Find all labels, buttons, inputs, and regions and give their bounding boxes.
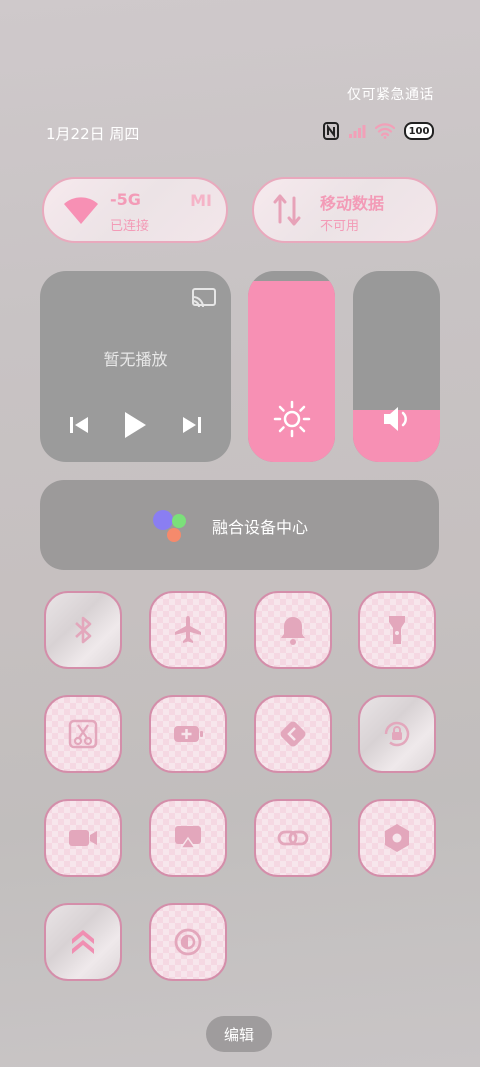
previous-icon[interactable] <box>68 415 90 435</box>
tile-ring-mode[interactable] <box>254 591 332 669</box>
fusion-dot-green-icon <box>172 514 186 528</box>
volume-slider[interactable] <box>353 271 440 462</box>
play-icon[interactable] <box>122 410 148 440</box>
settings-hex-icon <box>385 824 409 852</box>
flashlight-icon <box>389 616 405 644</box>
tile-rotation-lock[interactable] <box>358 695 436 773</box>
tile-airplane[interactable] <box>149 591 227 669</box>
battery-saver-icon <box>174 726 203 742</box>
contrast-icon <box>174 928 202 956</box>
screen-record-icon <box>69 830 97 846</box>
wifi-toggle[interactable]: -5G 已连接 MI <box>42 177 228 243</box>
screen-cast-icon <box>175 826 201 849</box>
tile-link[interactable] <box>254 799 332 877</box>
mobile-data-toggle[interactable]: 移动数据 不可用 <box>252 177 438 243</box>
link-icon <box>277 830 309 846</box>
signal-icon <box>349 125 366 138</box>
media-player-card[interactable]: 暂无播放 <box>40 271 231 462</box>
tile-battery-saver[interactable] <box>149 695 227 773</box>
wifi-status-icon <box>375 123 395 139</box>
bluetooth-icon <box>75 616 92 644</box>
volume-icon <box>383 407 407 431</box>
fusion-dot-purple-icon <box>153 510 173 530</box>
mobile-data-status: 不可用 <box>320 219 360 234</box>
wifi-network-name: -5G <box>110 190 141 209</box>
rotation-lock-icon <box>384 721 410 747</box>
battery-indicator: 100 <box>404 122 434 140</box>
data-arrows-icon <box>273 194 301 226</box>
tile-contrast[interactable] <box>149 903 227 981</box>
bell-icon <box>281 617 305 645</box>
nfc-icon <box>323 122 339 140</box>
media-controls <box>40 410 231 440</box>
brightness-slider[interactable] <box>248 271 335 462</box>
brightness-icon <box>273 400 310 438</box>
tile-screenshot[interactable] <box>44 695 122 773</box>
airplane-icon <box>175 616 201 643</box>
status-bar-icons: 100 <box>323 122 434 140</box>
wifi-status: 已连接 <box>110 219 150 234</box>
screenshot-icon <box>68 719 98 749</box>
edit-button[interactable]: 编辑 <box>206 1016 272 1052</box>
wifi-tag: MI <box>190 191 212 210</box>
chevrons-up-icon <box>72 930 94 954</box>
tile-settings[interactable] <box>358 799 436 877</box>
tile-bluetooth[interactable] <box>44 591 122 669</box>
fusion-dot-orange-icon <box>167 528 181 542</box>
tile-screen-cast[interactable] <box>149 799 227 877</box>
mobile-data-title: 移动数据 <box>320 194 385 213</box>
nearby-share-icon <box>280 721 306 747</box>
tile-screen-record[interactable] <box>44 799 122 877</box>
media-title: 暂无播放 <box>103 350 168 369</box>
wifi-icon <box>64 197 98 224</box>
device-fusion-center[interactable]: 融合设备中心 <box>40 480 439 570</box>
emergency-call-text: 仅可紧急通话 <box>347 87 434 103</box>
date-text: 1月22日 周四 <box>46 125 140 143</box>
tile-nearby-share[interactable] <box>254 695 332 773</box>
tile-performance[interactable] <box>44 903 122 981</box>
fusion-label: 融合设备中心 <box>212 518 309 537</box>
cast-icon[interactable] <box>191 287 217 309</box>
tile-flashlight[interactable] <box>358 591 436 669</box>
next-icon[interactable] <box>181 415 203 435</box>
